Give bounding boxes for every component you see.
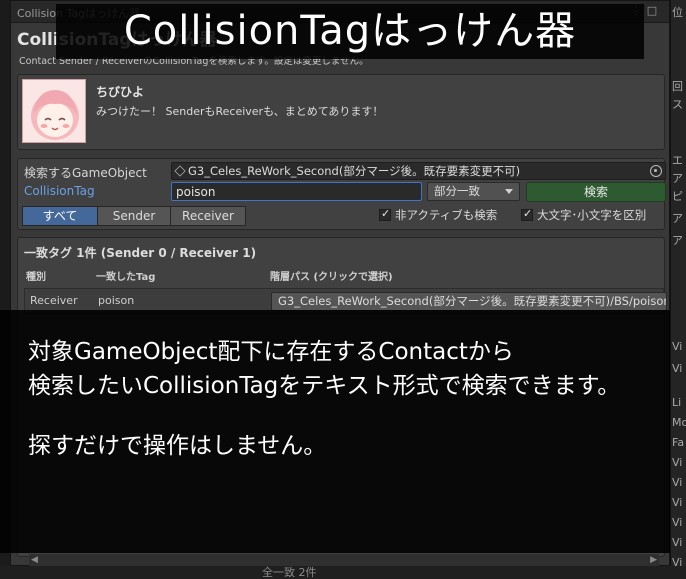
background-panel-bottom: 全一致 2件 [0, 566, 686, 579]
object-picker-icon[interactable] [650, 165, 662, 177]
scroll-right-icon[interactable]: ▶ [650, 554, 657, 566]
background-fragment: Vi [672, 536, 683, 549]
maximize-icon[interactable]: □ [645, 4, 659, 18]
background-panel-right: 位 回 ス エ ア ピ ア ア Vi Vi Li Mo Fa Vi Vi Vi … [670, 0, 686, 579]
row-tag: poison [98, 294, 135, 307]
match-mode-dropdown[interactable]: 部分一致 [427, 182, 520, 201]
banner-title: CollisionTagはっけん器 [123, 8, 577, 54]
explanation-overlay: 対象GameObject配下に存在するContactから 検索したいCollis… [0, 310, 670, 553]
checkmark-icon [521, 207, 533, 221]
gameobject-icon [174, 165, 186, 177]
chibi-avatar-icon [23, 80, 85, 142]
object-field-label: 検索するGameObject [24, 166, 147, 180]
column-header-kind: 種別 [26, 272, 46, 283]
tag-field-label: CollisionTag [24, 184, 95, 198]
background-fragment: Vi [672, 340, 683, 353]
column-header-path: 階層パス (クリックで選択) [270, 272, 393, 283]
background-fragment: 回 [672, 80, 683, 93]
chevron-down-icon [505, 189, 513, 194]
target-object-field[interactable]: G3_Celes_ReWork_Second(部分マージ後。既存要素変更不可) [171, 162, 666, 180]
mascot-message-box: ちびひよ みつけたー！ SenderもReceiverも、まとめてあります！ [17, 74, 665, 150]
background-fragment: 全一致 2件 [262, 566, 317, 579]
speaker-name: ちびひよ [96, 85, 145, 99]
case-sensitive-label: 大文字･小文字を区別 [537, 208, 647, 222]
filter-sender-button[interactable]: Sender [97, 206, 171, 226]
column-header-tag: 一致したTag [96, 272, 156, 283]
horizontal-scrollbar[interactable]: ◀ ▶ [29, 554, 659, 566]
background-fragment: ピ [672, 190, 683, 203]
background-fragment: ア [672, 234, 683, 247]
title-banner: CollisionTagはっけん器 [56, 4, 644, 59]
search-button[interactable]: 検索 [526, 182, 666, 202]
background-fragment: エ [672, 154, 683, 167]
background-fragment: ス [672, 98, 683, 111]
background-fragment: Vi [672, 496, 683, 509]
scroll-left-icon[interactable]: ◀ [31, 554, 38, 566]
speaker-message: みつけたー！ SenderもReceiverも、まとめてあります！ [96, 105, 384, 118]
checkmark-icon [379, 207, 391, 221]
explanation-line: 探すだけで操作はしません。 [28, 433, 327, 459]
avatar [22, 79, 86, 143]
explanation-line: 検索したいCollisionTagをテキスト形式で検索できます。 [28, 373, 621, 399]
background-fragment: 位 [672, 6, 683, 19]
include-inactive-checkbox[interactable]: 非アクティブも検索 [379, 207, 497, 223]
background-fragment: Li [672, 396, 682, 409]
background-fragment: Mo [672, 416, 686, 429]
row-kind: Receiver [30, 294, 78, 307]
filter-receiver-button[interactable]: Receiver [170, 206, 246, 226]
background-fragment: Vi [672, 362, 683, 375]
collision-tag-input[interactable] [171, 182, 422, 201]
include-inactive-label: 非アクティブも検索 [395, 208, 498, 222]
results-summary: 一致タグ 1件 (Sender 0 / Receiver 1) [24, 246, 257, 260]
background-fragment: ア [672, 172, 683, 185]
search-panel: 検索するGameObject G3_Celes_ReWork_Second(部分… [17, 158, 666, 230]
background-fragment: ア [672, 212, 683, 225]
hierarchy-path-button[interactable]: G3_Celes_ReWork_Second(部分マージ後。既存要素変更不可)/… [271, 292, 667, 311]
background-fragment: Vi [672, 516, 683, 529]
case-sensitive-checkbox[interactable]: 大文字･小文字を区別 [521, 207, 646, 223]
background-fragment: Fa [672, 436, 685, 449]
background-fragment: Vi [672, 456, 683, 469]
match-mode-value: 部分一致 [434, 184, 480, 198]
target-object-value: G3_Celes_ReWork_Second(部分マージ後。既存要素変更不可) [188, 164, 521, 178]
explanation-line: 対象GameObject配下に存在するContactから [28, 339, 514, 365]
background-fragment: Vi [672, 476, 683, 489]
filter-all-button[interactable]: すべて [22, 206, 98, 226]
